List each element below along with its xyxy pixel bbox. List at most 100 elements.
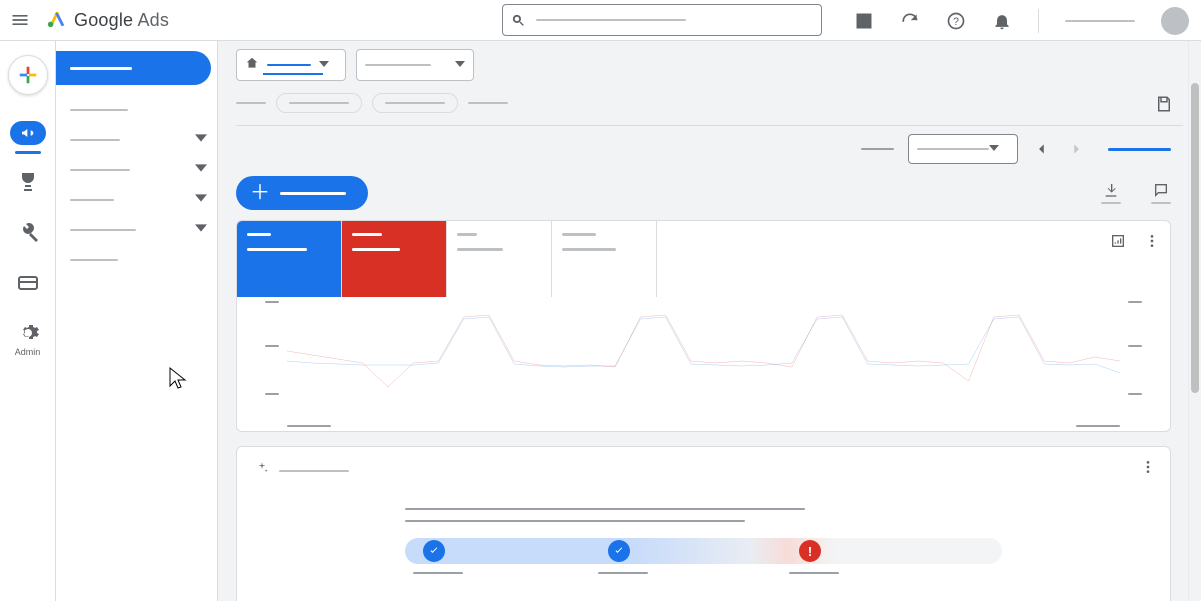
metric-tab-cost[interactable] bbox=[552, 221, 657, 297]
workspace: ＋ bbox=[218, 41, 1201, 601]
chart-series-impr. bbox=[287, 315, 1120, 387]
metric-tab-clicks[interactable] bbox=[237, 221, 342, 297]
metric-tabs bbox=[237, 221, 1170, 297]
top-actions: ? bbox=[854, 0, 1189, 41]
metric-label bbox=[457, 233, 477, 236]
nav-active-label bbox=[70, 67, 132, 70]
card-actions bbox=[1110, 233, 1160, 254]
chevron-down-icon bbox=[195, 161, 207, 179]
trophy-icon bbox=[16, 171, 40, 195]
metric-label bbox=[247, 233, 271, 236]
admin-nav[interactable]: Admin bbox=[16, 321, 40, 357]
chevron-down-icon bbox=[195, 131, 207, 149]
card-header bbox=[255, 461, 1152, 480]
sidenav-item-label bbox=[70, 169, 130, 171]
sidenav-item[interactable] bbox=[56, 215, 217, 245]
chevron-down-icon bbox=[195, 221, 207, 239]
svg-text:?: ? bbox=[953, 16, 959, 28]
step-complete-icon[interactable] bbox=[608, 540, 630, 562]
account-label bbox=[1065, 20, 1135, 22]
left-rail: Admin bbox=[0, 41, 56, 601]
plus-icon: ＋ bbox=[250, 183, 270, 203]
metric-label bbox=[352, 233, 382, 236]
appearance-button[interactable] bbox=[854, 11, 874, 31]
breadcrumb-item bbox=[468, 102, 508, 104]
hamburger-icon bbox=[10, 10, 30, 30]
search-icon bbox=[511, 13, 526, 28]
chevron-down-icon bbox=[455, 56, 465, 74]
product-logo[interactable]: Google Ads bbox=[46, 7, 169, 34]
chevron-down-icon bbox=[989, 140, 999, 158]
progress-track[interactable]: ! bbox=[405, 538, 1002, 564]
sidenav-item[interactable] bbox=[56, 245, 217, 275]
metric-value bbox=[457, 248, 503, 251]
account-selector[interactable] bbox=[236, 49, 346, 81]
metric-label bbox=[562, 233, 596, 236]
billing-nav[interactable] bbox=[16, 271, 40, 295]
chart-series-clicks bbox=[287, 317, 1120, 373]
feedback-button[interactable] bbox=[1151, 182, 1171, 204]
date-prev-button[interactable] bbox=[1032, 137, 1052, 161]
gear-icon bbox=[16, 321, 40, 345]
sidenav-item[interactable] bbox=[56, 95, 217, 125]
goals-nav[interactable] bbox=[16, 171, 40, 195]
sidenav-item-label bbox=[70, 139, 120, 141]
date-range-selector[interactable] bbox=[908, 134, 1018, 164]
date-range-label bbox=[917, 148, 989, 150]
metric-tab-impr[interactable] bbox=[342, 221, 447, 297]
toolbar-row bbox=[218, 126, 1201, 164]
tools-icon bbox=[16, 221, 40, 245]
breadcrumb-item[interactable] bbox=[236, 102, 266, 104]
download-button[interactable] bbox=[1101, 182, 1121, 204]
card-icon bbox=[16, 271, 40, 295]
sidenav-item[interactable] bbox=[56, 185, 217, 215]
step-label bbox=[789, 572, 839, 574]
home-icon bbox=[245, 56, 259, 75]
stepper: ! bbox=[405, 508, 1002, 582]
sidenav-item-label bbox=[70, 109, 128, 111]
nav-active-item[interactable] bbox=[56, 51, 211, 85]
card-menu-button[interactable] bbox=[1144, 233, 1160, 254]
separator bbox=[1038, 9, 1039, 33]
main-menu-button[interactable] bbox=[0, 10, 40, 30]
card-menu-button[interactable] bbox=[1140, 459, 1156, 480]
active-tab-indicator bbox=[1108, 148, 1171, 151]
side-nav bbox=[56, 41, 218, 601]
campaigns-nav[interactable] bbox=[10, 121, 46, 145]
create-button[interactable] bbox=[8, 55, 48, 95]
step-labels bbox=[405, 572, 1002, 582]
account-selector-label bbox=[267, 64, 311, 66]
y-tick bbox=[1128, 301, 1142, 303]
sidenav-item[interactable] bbox=[56, 155, 217, 185]
ads-logo-icon bbox=[46, 7, 68, 34]
refresh-button[interactable] bbox=[900, 11, 920, 31]
account-avatar[interactable] bbox=[1161, 7, 1189, 35]
vertical-scrollbar[interactable] bbox=[1188, 41, 1201, 601]
search-input[interactable] bbox=[502, 4, 822, 36]
sparkle-icon bbox=[255, 461, 269, 480]
notifications-button[interactable] bbox=[992, 11, 1012, 31]
step-error-icon[interactable]: ! bbox=[799, 540, 821, 562]
help-button[interactable]: ? bbox=[946, 11, 966, 31]
y-tick bbox=[1128, 345, 1142, 347]
chevron-down-icon bbox=[319, 56, 329, 74]
expand-chart-button[interactable] bbox=[1110, 233, 1126, 254]
filter-chip[interactable] bbox=[372, 93, 458, 113]
stepper-subheading bbox=[405, 520, 745, 522]
filter-chip[interactable] bbox=[276, 93, 362, 113]
save-icon-button[interactable] bbox=[1155, 95, 1173, 118]
metric-tab-ctr[interactable] bbox=[447, 221, 552, 297]
recommendation-card: ! bbox=[236, 446, 1171, 601]
y-tick bbox=[265, 393, 279, 395]
metric-value bbox=[352, 248, 400, 251]
scrollbar-thumb[interactable] bbox=[1191, 83, 1199, 393]
tools-nav[interactable] bbox=[16, 221, 40, 245]
scope-selector[interactable] bbox=[356, 49, 474, 81]
action-row: ＋ bbox=[218, 164, 1201, 210]
step-complete-icon[interactable] bbox=[423, 540, 445, 562]
scope-row bbox=[218, 41, 1201, 81]
new-button-label bbox=[280, 192, 346, 195]
sidenav-item[interactable] bbox=[56, 125, 217, 155]
line-chart bbox=[287, 297, 1120, 397]
new-campaign-button[interactable]: ＋ bbox=[236, 176, 368, 210]
